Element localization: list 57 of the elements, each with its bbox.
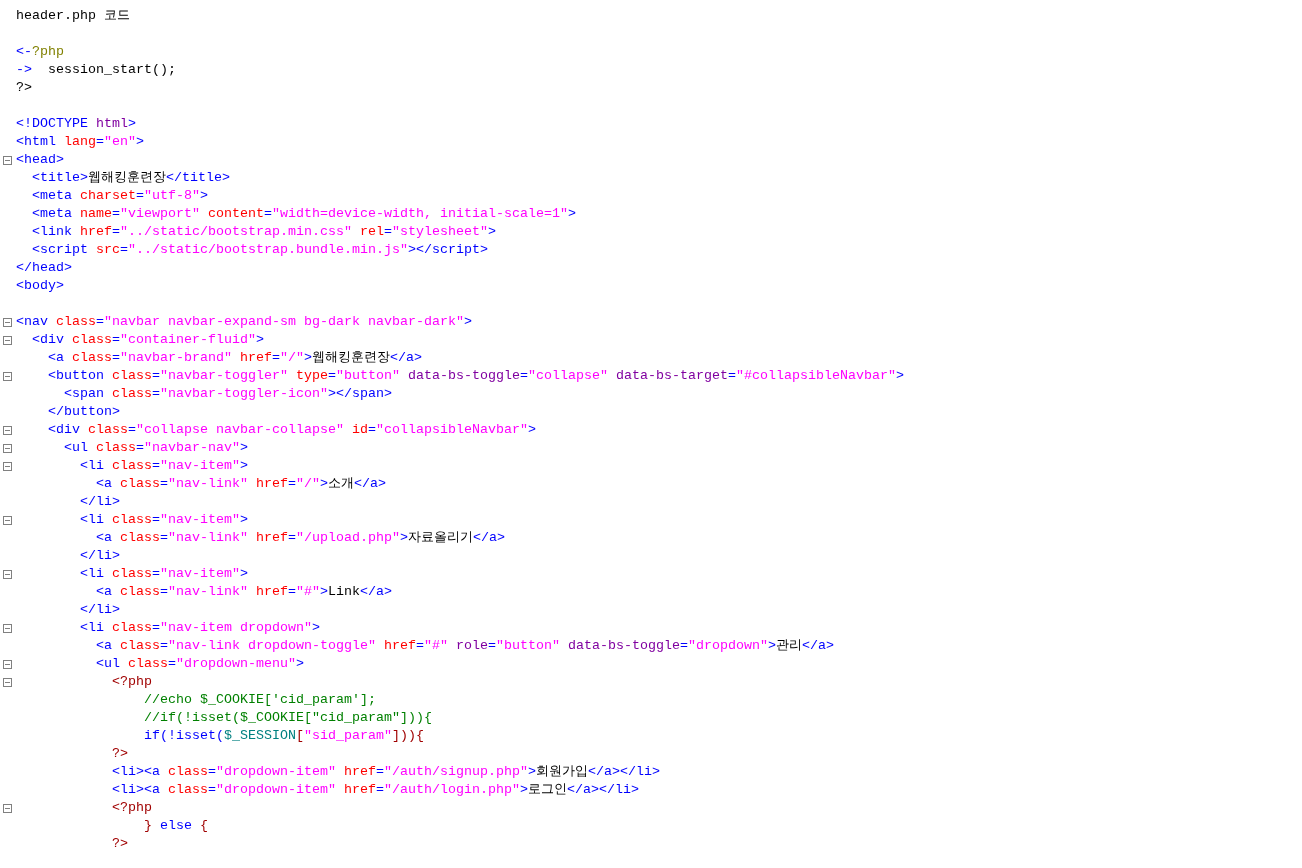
code-line: <div class="collapse navbar-collapse" id="collapsibleNavbar">: [47, 421, 536, 439]
code-line: <script src="../static/bootstrap.bundle.min.js"></script>: [31, 241, 488, 259]
code-line: <meta charset="utf-8">: [31, 187, 208, 205]
code-line: <a class="navbar-brand" href="/">웹해킹훈련장</a>: [47, 349, 422, 367]
code-line: <meta name="viewport" content="width=device-width, initial-scale=1">: [31, 205, 576, 223]
file-title: header.php 코드: [16, 7, 130, 25]
code-line: <ul class="dropdown-menu">: [94, 655, 304, 673]
code-line: </li>: [79, 493, 120, 511]
code-line: <div class="container-fluid">: [31, 331, 264, 349]
code-line: <a class="nav-link" href="/">소개</a>: [94, 475, 386, 493]
code-line: <li><a class="dropdown-item" href="/auth/signup.php">회원가입</a></li>: [110, 763, 660, 781]
collapse-icon[interactable]: [3, 425, 12, 435]
code-line: <li><a class="dropdown-item" href="/auth/login.php">로그인</a></li>: [110, 781, 639, 799]
collapse-icon[interactable]: [3, 803, 12, 813]
collapse-icon[interactable]: [3, 677, 12, 687]
code-line: <ul class="navbar-nav">: [63, 439, 248, 457]
code-line: <a class="nav-link dropdown-toggle" href="#" role="button" data-bs-toggle="dropdown">관리</a>: [94, 637, 834, 655]
collapse-icon[interactable]: [3, 155, 12, 165]
code-line: <a class="nav-link" href="#">Link</a>: [94, 583, 392, 601]
code-line: <!DOCTYPE html>: [16, 115, 136, 133]
collapse-icon[interactable]: [3, 461, 12, 471]
code-line: <-?php: [16, 43, 64, 61]
code-line: <body>: [16, 277, 64, 295]
code-line: if(!isset($_SESSION["sid_param"])){: [142, 727, 424, 745]
collapse-icon[interactable]: [3, 443, 12, 453]
code-line: </li>: [79, 547, 120, 565]
code-line: <link href="../static/bootstrap.min.css" rel="stylesheet">: [31, 223, 496, 241]
code-line: <li class="nav-item dropdown">: [79, 619, 320, 637]
code-line: <?php: [110, 673, 152, 691]
code-line: <button class="navbar-toggler" type="button" data-bs-toggle="collapse" data-bs-target="#collapsibleNavbar">: [47, 367, 904, 385]
code-line: ?>: [110, 745, 128, 763]
code-line: //if(!isset($_COOKIE["cid_param"])){: [142, 709, 432, 727]
code-line: } else {: [142, 817, 208, 835]
code-line: <li class="nav-item">: [79, 565, 248, 583]
code-line: //echo $_COOKIE['cid_param'];: [142, 691, 376, 709]
code-line: <title>웹해킹훈련장</title>: [31, 169, 230, 187]
collapse-icon[interactable]: [3, 371, 12, 381]
code-line: <li class="nav-item">: [79, 457, 248, 475]
code-line: <html lang="en">: [16, 133, 144, 151]
code-line: </head>: [16, 259, 72, 277]
code-line: <head>: [16, 151, 64, 169]
code-line: -> session_start();: [16, 61, 176, 79]
code-line: <?php: [110, 799, 152, 817]
collapse-icon[interactable]: [3, 659, 12, 669]
code-line: <li class="nav-item">: [79, 511, 248, 529]
collapse-icon[interactable]: [3, 623, 12, 633]
code-line: <span class="navbar-toggler-icon"></span>: [63, 385, 392, 403]
code-line: ?>: [110, 835, 128, 853]
code-line: <a class="nav-link" href="/upload.php">자료올리기</a>: [94, 529, 505, 547]
code-line: ?>: [16, 79, 32, 97]
code-line: </li>: [79, 601, 120, 619]
code-line: </button>: [47, 403, 120, 421]
code-line: <nav class="navbar navbar-expand-sm bg-dark navbar-dark">: [16, 313, 472, 331]
collapse-icon[interactable]: [3, 515, 12, 525]
collapse-icon[interactable]: [3, 569, 12, 579]
collapse-icon[interactable]: [3, 335, 12, 345]
collapse-icon[interactable]: [3, 317, 12, 327]
